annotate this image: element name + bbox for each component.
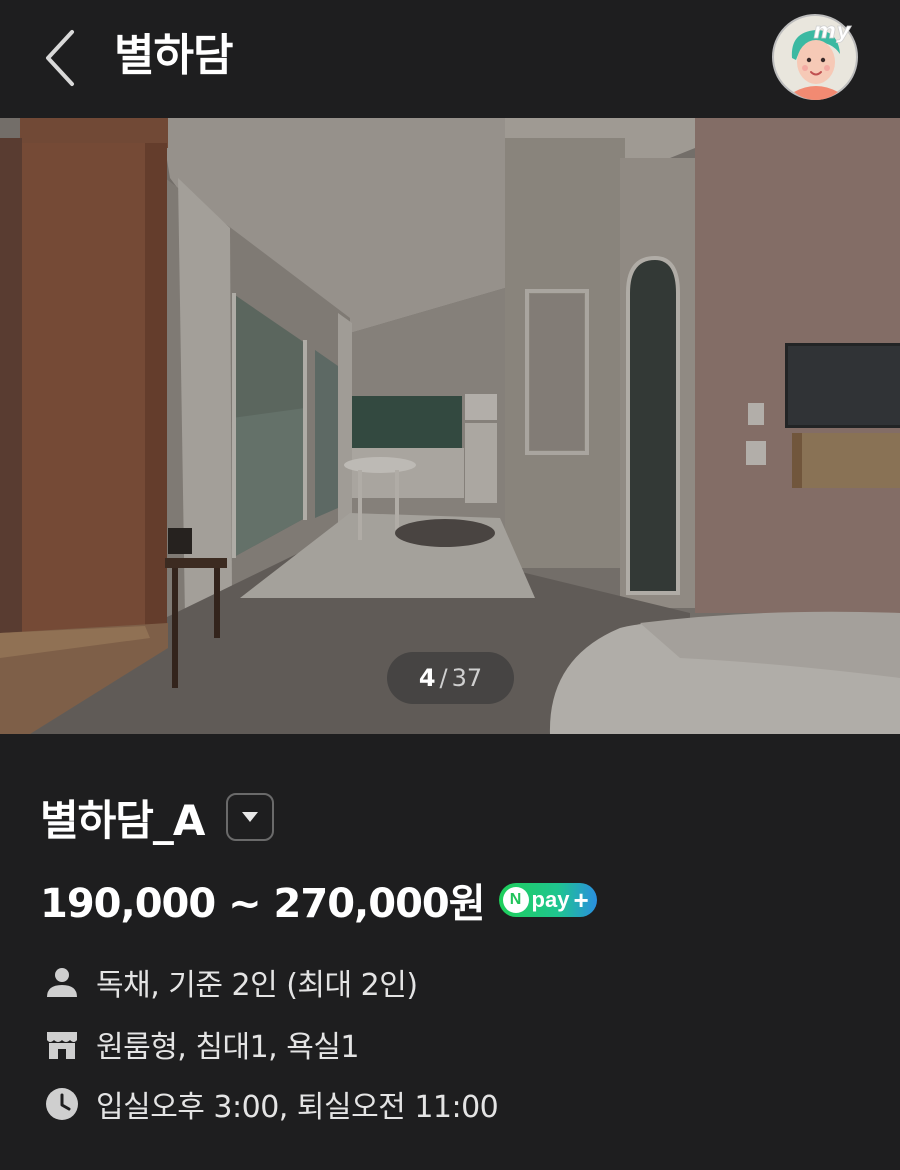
npay-plus-badge: N pay + <box>498 883 597 917</box>
top-bar: 별하담 my <box>0 0 900 118</box>
price-row: 190,000 ~ 270,000원 N pay + <box>40 872 597 928</box>
store-icon <box>47 1032 77 1059</box>
photo-counter-separator: / <box>439 664 448 692</box>
page-title: 별하담 <box>114 30 233 81</box>
chevron-left-icon <box>46 30 74 86</box>
photo-counter-total: 37 <box>451 664 483 692</box>
room-select-dropdown[interactable] <box>226 793 275 841</box>
avatar-icon: my <box>772 14 858 100</box>
room-price: 190,000 ~ 270,000원 <box>40 881 486 927</box>
room-photo-gallery[interactable]: 4 / 37 <box>0 118 900 734</box>
npay-label: pay <box>531 887 570 912</box>
avatar-badge-text: my <box>813 19 852 44</box>
room-name-row: 별하담_A <box>40 790 275 845</box>
detail-room-type: 원룸형, 침대1, 욕실1 <box>44 1022 360 1066</box>
clock-icon <box>46 1088 78 1120</box>
detail-check-in-out: 입실오후 3:00, 퇴실오전 11:00 <box>44 1082 499 1126</box>
photo-counter-current: 4 <box>418 664 436 692</box>
npay-plus-icon: + <box>573 885 589 915</box>
room-photo <box>0 118 900 734</box>
my-page-avatar[interactable]: my <box>772 14 858 100</box>
detail-check-in-out-text: 입실오후 3:00, 퇴실오전 11:00 <box>96 1090 499 1125</box>
room-info: 별하담_A 190,000 ~ 270,000원 N pay + 독채, 기준 … <box>0 734 900 1170</box>
detail-room-type-text: 원룸형, 침대1, 욕실1 <box>96 1030 360 1065</box>
npay-n-icon: N <box>502 887 529 913</box>
detail-occupancy: 독채, 기준 2인 (최대 2인) <box>44 960 418 1004</box>
room-name: 별하담_A <box>40 795 205 845</box>
back-button[interactable] <box>36 26 84 90</box>
detail-occupancy-text: 독채, 기준 2인 (최대 2인) <box>96 968 418 1003</box>
person-icon <box>47 968 77 997</box>
caret-down-icon <box>242 812 259 822</box>
photo-counter: 4 / 37 <box>387 652 514 704</box>
